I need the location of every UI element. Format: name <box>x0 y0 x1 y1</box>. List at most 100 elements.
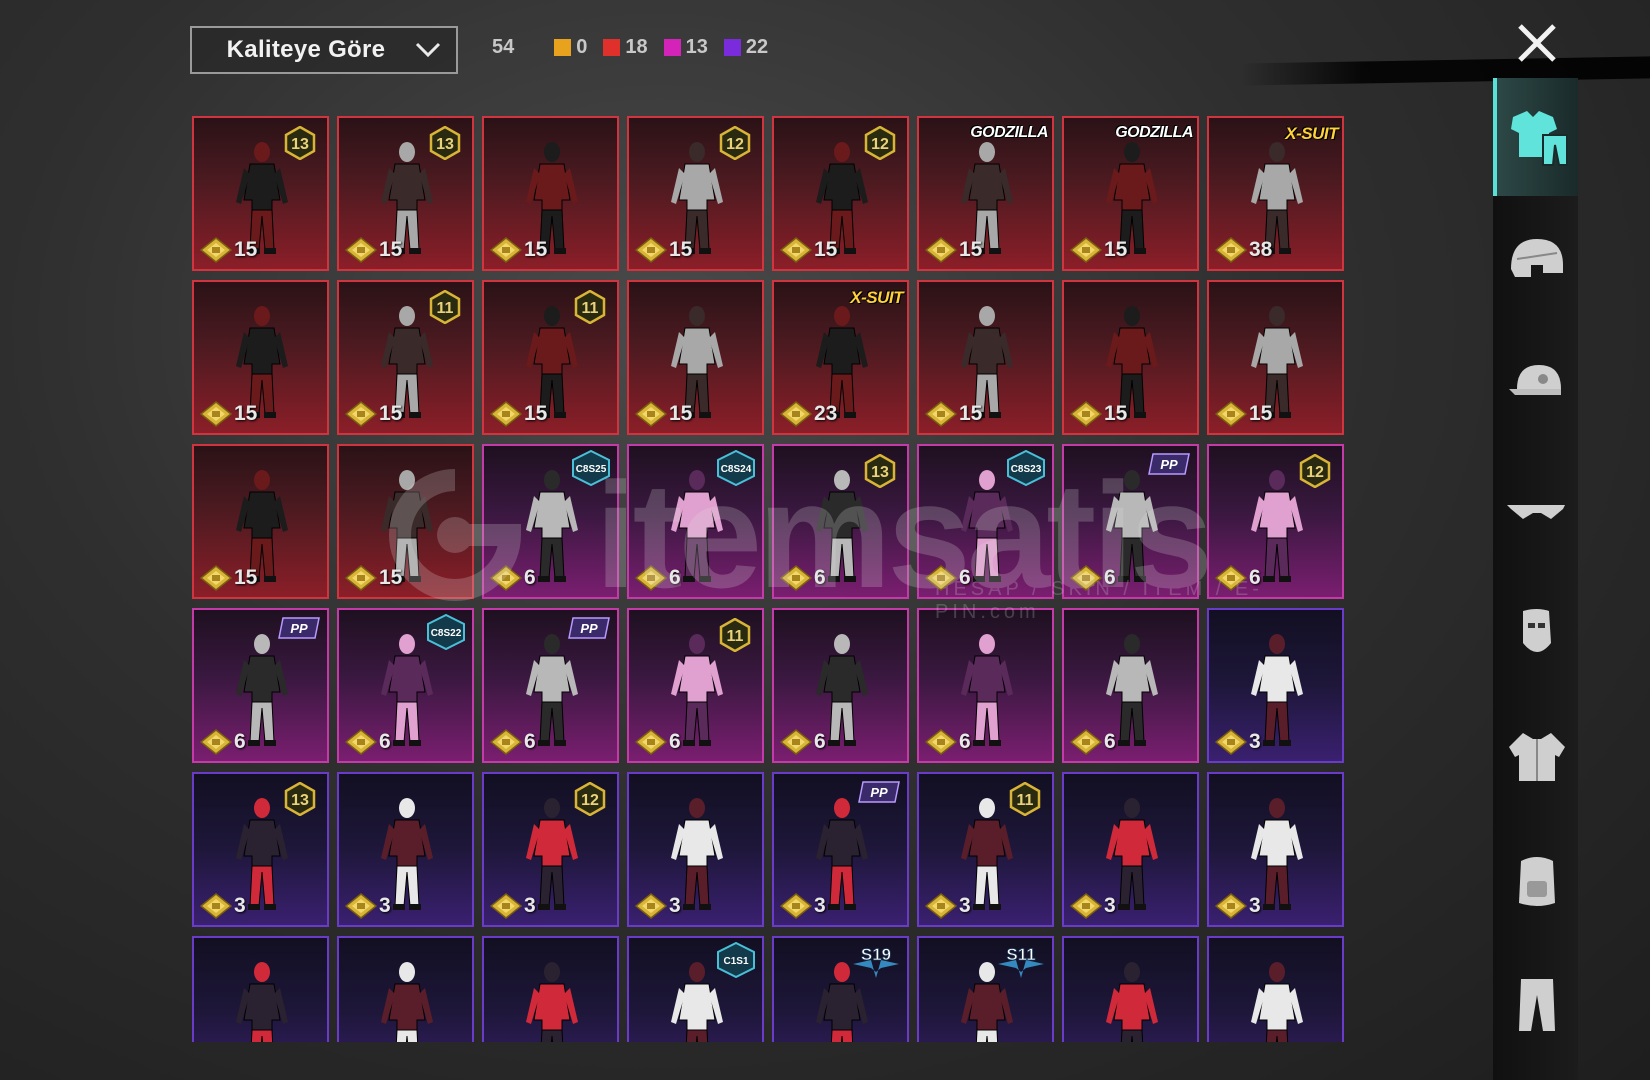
outfit-item[interactable]: 6 <box>1062 608 1199 763</box>
outfit-item[interactable]: 3 <box>1207 772 1344 927</box>
outfit-item[interactable]: 3 PP <box>772 772 909 927</box>
outfit-item[interactable]: 38 X-SUIT <box>1207 116 1344 271</box>
svg-text:12: 12 <box>726 136 744 153</box>
outfit-item[interactable]: 6 <box>772 608 909 763</box>
price-tag: 6 <box>780 565 826 591</box>
outfit-item[interactable]: 15 12 <box>627 116 764 271</box>
outfit-item[interactable]: 6 11 <box>627 608 764 763</box>
outfit-item[interactable]: 3 <box>1207 608 1344 763</box>
outfit-item[interactable]: 15 11 <box>337 280 474 435</box>
sort-dropdown-label: Kaliteye Göre <box>226 36 386 63</box>
outfit-item[interactable] <box>192 936 329 1042</box>
coin-icon <box>635 237 667 263</box>
price-value: 3 <box>959 894 971 917</box>
season-badge-icon: C1S1 <box>717 942 755 978</box>
outfit-item[interactable]: 23 X-SUIT <box>772 280 909 435</box>
outfit-item[interactable]: 6 C8S25 <box>482 444 619 599</box>
pass-badge-icon: PP <box>1148 453 1190 475</box>
outfit-item[interactable]: 6 C8S23 <box>917 444 1054 599</box>
coin-icon <box>345 893 377 919</box>
outfit-item[interactable]: 15 <box>192 280 329 435</box>
price-tag: 15 <box>635 401 692 427</box>
outfit-item[interactable]: 15 <box>917 280 1054 435</box>
outfit-item[interactable]: 15 13 <box>192 116 329 271</box>
price-value: 15 <box>814 238 838 261</box>
sort-dropdown[interactable]: Kaliteye Göre <box>190 26 458 74</box>
price-tag: 6 <box>780 729 826 755</box>
coin-icon <box>1070 893 1102 919</box>
coin-icon <box>780 237 812 263</box>
outfit-item[interactable]: C1S1 <box>627 936 764 1042</box>
outfit-item[interactable]: 15 GODZILLA <box>1062 116 1199 271</box>
coin-icon <box>345 237 377 263</box>
svg-text:11: 11 <box>582 300 599 317</box>
outfit-item[interactable]: 15 <box>482 116 619 271</box>
price-value: 15 <box>234 402 258 425</box>
mask-category[interactable] <box>1493 574 1578 692</box>
svg-text:11: 11 <box>1017 792 1034 809</box>
price-value: 6 <box>814 730 826 753</box>
coin-icon <box>1215 893 1247 919</box>
coin-icon <box>1070 401 1102 427</box>
outfit-item[interactable]: 3 <box>1062 772 1199 927</box>
outfit-item[interactable]: 3 <box>627 772 764 927</box>
price-tag: 23 <box>780 401 837 427</box>
svg-text:12: 12 <box>1306 464 1324 481</box>
outfit-category[interactable] <box>1493 78 1578 196</box>
outfit-item[interactable] <box>482 936 619 1042</box>
helmet-category[interactable] <box>1493 202 1578 320</box>
outfit-item[interactable]: 3 11 <box>917 772 1054 927</box>
outfit-item[interactable]: 6 C8S24 <box>627 444 764 599</box>
svg-text:13: 13 <box>291 136 309 153</box>
jacket-category[interactable] <box>1493 698 1578 816</box>
outfit-item[interactable]: 15 12 <box>772 116 909 271</box>
price-value: 15 <box>234 238 258 261</box>
coin-icon <box>635 401 667 427</box>
outfit-item[interactable]: 15 11 <box>482 280 619 435</box>
price-value: 6 <box>959 730 971 753</box>
outfit-item[interactable]: 15 <box>627 280 764 435</box>
level-badge-icon: 13 <box>284 782 316 816</box>
outfit-item[interactable]: 6 <box>917 608 1054 763</box>
glasses-category[interactable] <box>1493 450 1578 568</box>
price-tag: 15 <box>200 237 257 263</box>
coin-icon <box>200 237 232 263</box>
hat-category[interactable] <box>1493 326 1578 444</box>
close-icon[interactable] <box>1512 18 1562 68</box>
outfit-item[interactable]: 6 13 <box>772 444 909 599</box>
coin-icon <box>490 893 522 919</box>
price-value: 15 <box>959 238 983 261</box>
outfit-item[interactable]: 15 GODZILLA <box>917 116 1054 271</box>
coin-icon <box>200 401 232 427</box>
outfit-item[interactable]: 3 12 <box>482 772 619 927</box>
price-tag: 3 <box>200 893 246 919</box>
coin-icon <box>1215 565 1247 591</box>
coin-icon <box>200 893 232 919</box>
outfit-item[interactable]: 15 <box>1062 280 1199 435</box>
outfit-item[interactable]: 6 PP <box>192 608 329 763</box>
outfit-item[interactable]: 6 PP <box>482 608 619 763</box>
price-tag: 15 <box>925 401 982 427</box>
outfit-item[interactable] <box>337 936 474 1042</box>
outfit-item[interactable]: 3 <box>337 772 474 927</box>
outfit-item[interactable]: 6 C8S22 <box>337 608 474 763</box>
outfit-item[interactable]: 15 13 <box>337 116 474 271</box>
backpack-category[interactable] <box>1493 822 1578 940</box>
outfit-item[interactable]: 6 12 <box>1207 444 1344 599</box>
outfit-item[interactable]: 15 <box>1207 280 1344 435</box>
outfit-item[interactable]: 15 <box>192 444 329 599</box>
price-value: 6 <box>1104 566 1116 589</box>
coin-icon <box>925 893 957 919</box>
outfit-item[interactable] <box>1207 936 1344 1042</box>
outfit-item[interactable]: 15 <box>337 444 474 599</box>
price-tag: 15 <box>1070 237 1127 263</box>
season-badge-icon: C8S23 <box>1007 450 1045 486</box>
outfit-item[interactable] <box>1062 936 1199 1042</box>
pants-category[interactable] <box>1493 946 1578 1064</box>
outfit-item[interactable]: 6 PP <box>1062 444 1199 599</box>
price-value: 15 <box>1249 402 1273 425</box>
outfit-item[interactable]: S11 <box>917 936 1054 1042</box>
level-badge-icon: 11 <box>574 290 606 324</box>
outfit-item[interactable]: S19 <box>772 936 909 1042</box>
outfit-item[interactable]: 3 13 <box>192 772 329 927</box>
